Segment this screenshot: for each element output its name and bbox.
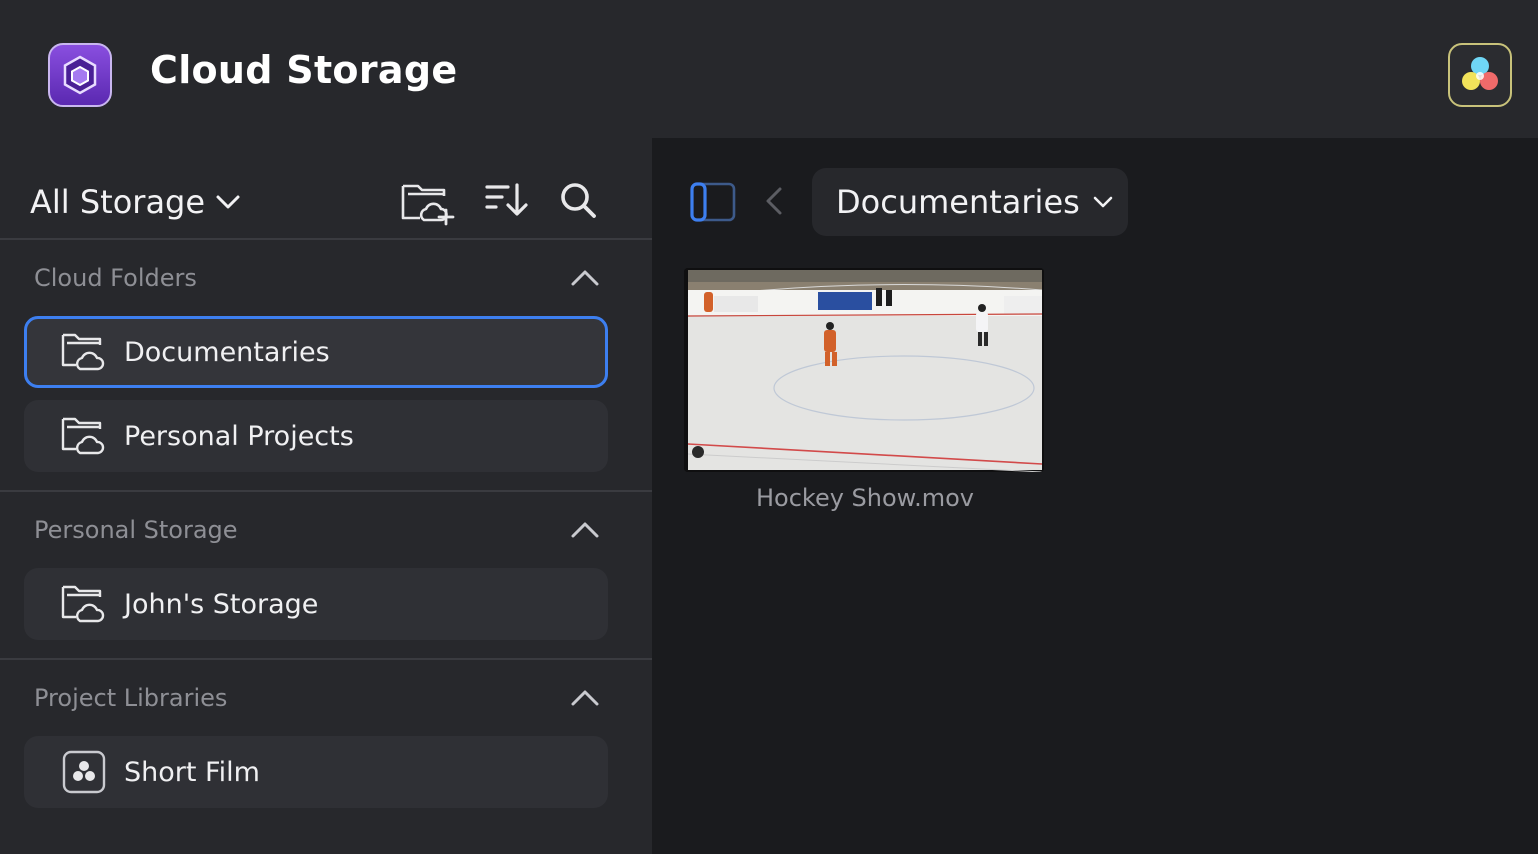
resolve-library-icon bbox=[62, 750, 106, 798]
hockey-video-thumbnail bbox=[684, 268, 1044, 472]
new-cloud-folder-icon[interactable] bbox=[400, 178, 456, 230]
all-storage-dropdown[interactable]: All Storage bbox=[30, 180, 241, 224]
back-chevron-icon[interactable] bbox=[764, 186, 784, 220]
davinci-resolve-icon[interactable] bbox=[1448, 43, 1512, 107]
cloud-folder-icon bbox=[60, 331, 106, 377]
cloud-folder-icon bbox=[60, 583, 106, 629]
current-folder-dropdown[interactable]: Documentaries bbox=[812, 168, 1128, 236]
cloud-folder-icon bbox=[60, 415, 106, 461]
current-folder-label: Documentaries bbox=[836, 183, 1080, 221]
sidebar-item-label: Short Film bbox=[124, 756, 260, 788]
clip-name: Hockey Show.mov bbox=[755, 484, 974, 512]
sidebar-toggle-icon[interactable] bbox=[690, 182, 736, 226]
storage-selector-label: All Storage bbox=[30, 183, 206, 221]
sidebar-item-label: John's Storage bbox=[124, 588, 319, 620]
section-title-cloud-folders: Cloud Folders bbox=[34, 264, 197, 292]
sidebar-item-label: Documentaries bbox=[124, 336, 330, 368]
sidebar: All Storage Cloud Folders Documentaries … bbox=[0, 138, 652, 854]
divider bbox=[0, 490, 652, 492]
divider bbox=[0, 658, 652, 660]
sidebar-item-label: Personal Projects bbox=[124, 420, 354, 452]
sidebar-item-johns-storage[interactable]: John's Storage bbox=[24, 568, 608, 640]
chevron-down-icon bbox=[216, 195, 240, 209]
chevron-up-icon[interactable] bbox=[570, 268, 600, 292]
divider bbox=[0, 238, 652, 240]
sidebar-item-personal-projects[interactable]: Personal Projects bbox=[24, 400, 608, 472]
app-header: Cloud Storage bbox=[0, 0, 1538, 138]
chevron-up-icon[interactable] bbox=[570, 520, 600, 544]
chevron-up-icon[interactable] bbox=[570, 688, 600, 712]
clip-thumbnail[interactable] bbox=[684, 268, 1044, 472]
cloud-storage-cube-icon bbox=[48, 43, 112, 107]
section-title-project-libraries: Project Libraries bbox=[34, 684, 228, 712]
sidebar-item-short-film[interactable]: Short Film bbox=[24, 736, 608, 808]
app-title: Cloud Storage bbox=[150, 48, 458, 92]
chevron-down-icon bbox=[1093, 196, 1113, 208]
section-title-personal-storage: Personal Storage bbox=[34, 516, 238, 544]
search-icon[interactable] bbox=[558, 180, 598, 224]
sort-icon[interactable] bbox=[484, 182, 530, 222]
sidebar-item-documentaries[interactable]: Documentaries bbox=[24, 316, 608, 388]
